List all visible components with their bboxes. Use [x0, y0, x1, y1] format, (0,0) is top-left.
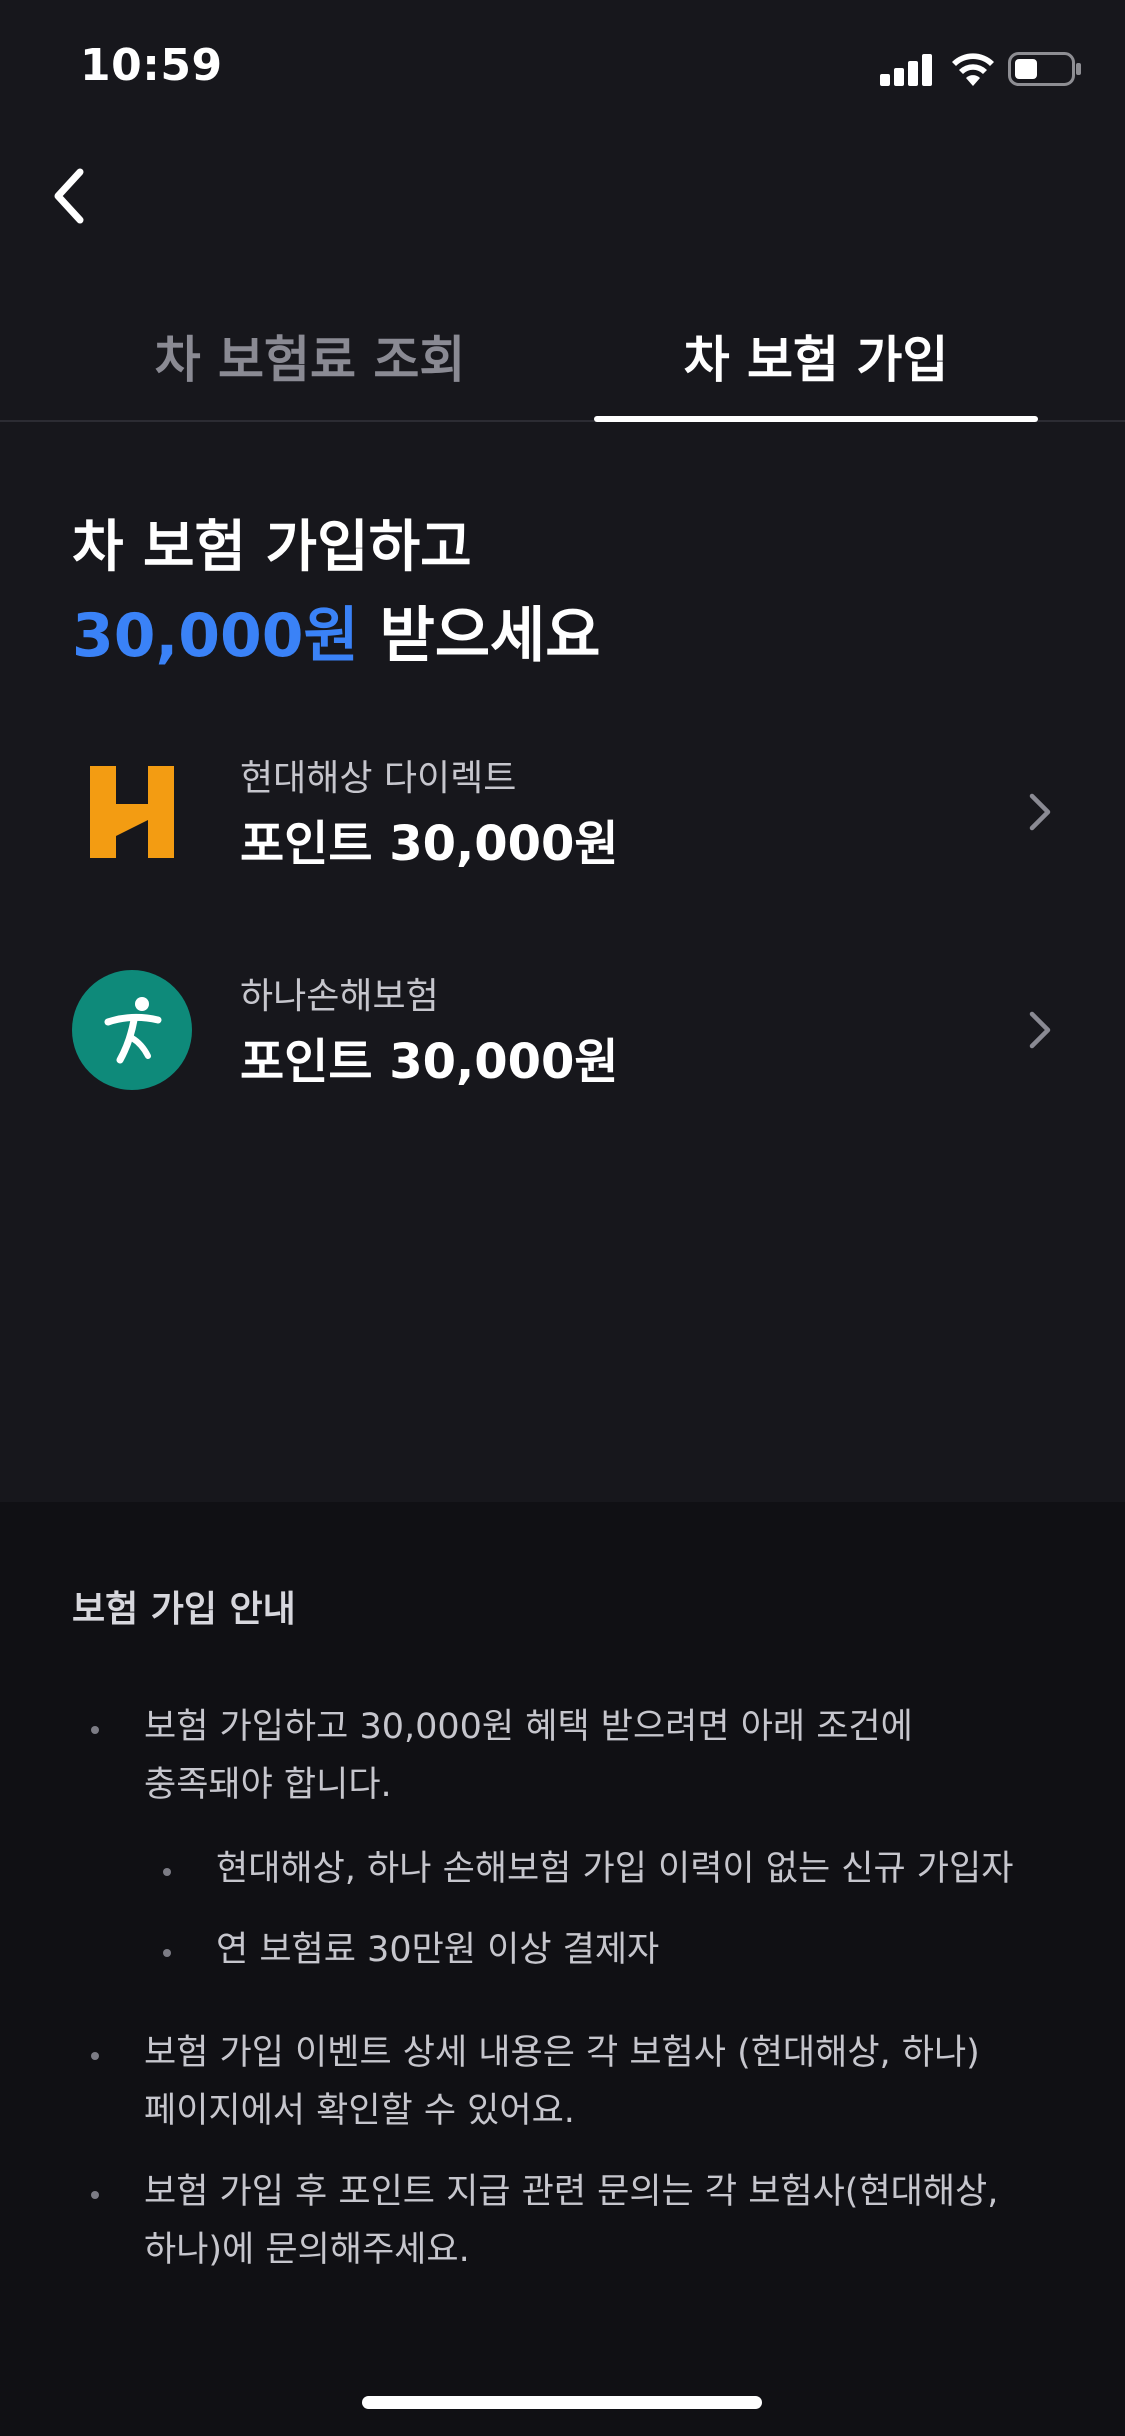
info-bullet-1-line1: 보험 가입하고 30,000원 혜택 받으려면 아래 조건에 — [144, 1707, 913, 1747]
bullet-dot — [91, 2191, 99, 2199]
hero-line2: 30,000원 받으세요 — [72, 591, 1052, 681]
info-bullet-2-line1: 보험 가입 이벤트 상세 내용은 각 보험사 (현대해상, 하나) — [144, 2033, 980, 2073]
info-sub-bullet-1: 현대해상, 하나 손해보험 가입 이력이 없는 신규 가입자 — [216, 1849, 1014, 1889]
hana-insurance-logo-icon — [72, 970, 192, 1090]
hyundai-marine-logo-icon — [72, 752, 192, 872]
info-sub-bullet-2: 연 보험료 30만원 이상 결제자 — [216, 1930, 660, 1970]
info-bullet-3-line1: 보험 가입 후 포인트 지급 관련 문의는 각 보험사(현대해상, — [144, 2172, 999, 2212]
back-button[interactable] — [40, 160, 100, 232]
hero-suffix: 받으세요 — [358, 601, 601, 671]
insurer-text: 현대해상 다이렉트 포인트 30,000원 — [240, 754, 619, 880]
hero-amount: 30,000원 — [72, 601, 359, 671]
info-bullet-2-line2: 페이지에서 확인할 수 있어요. — [144, 2091, 575, 2131]
info-bullet-3: 보험 가입 후 포인트 지급 관련 문의는 각 보험사(현대해상, 하나)에 문… — [144, 2163, 998, 2279]
info-bullet-1: 보험 가입하고 30,000원 혜택 받으려면 아래 조건에 충족돼야 합니다. — [144, 1698, 913, 1814]
screen: 10:59 차 보험료 조회 차 보험 가입 차 보험 가입하고 30,000원… — [0, 0, 1125, 2436]
insurer-point: 포인트 30,000원 — [240, 1034, 619, 1090]
tab-insurance-quote[interactable]: 차 보험료 조회 — [120, 290, 500, 422]
chevron-right-icon — [1024, 1008, 1056, 1052]
wifi-icon — [950, 48, 996, 88]
insurer-text: 하나손해보험 포인트 30,000원 — [240, 972, 619, 1098]
battery-icon — [1008, 52, 1082, 86]
active-tab-indicator — [594, 416, 1038, 422]
bullet-dot — [91, 2052, 99, 2060]
insurer-name: 하나손해보험 — [240, 976, 439, 1017]
home-indicator — [362, 2396, 762, 2409]
insurer-item-hyundai[interactable]: 현대해상 다이렉트 포인트 30,000원 — [0, 712, 1125, 912]
chevron-right-icon — [1024, 790, 1056, 834]
status-bar: 10:59 — [0, 0, 1125, 140]
info-bullet-2: 보험 가입 이벤트 상세 내용은 각 보험사 (현대해상, 하나) 페이지에서 … — [144, 2024, 980, 2140]
insurer-point: 포인트 30,000원 — [240, 816, 619, 872]
info-bullet-3-line2: 하나)에 문의해주세요. — [144, 2230, 470, 2270]
info-section: 보험 가입 안내 보험 가입하고 30,000원 혜택 받으려면 아래 조건에 … — [0, 1502, 1125, 2436]
bullet-dot — [163, 1949, 171, 1957]
tab-bar: 차 보험료 조회 차 보험 가입 — [0, 290, 1125, 422]
bullet-dot — [91, 1726, 99, 1734]
bullet-dot — [163, 1868, 171, 1876]
info-title: 보험 가입 안내 — [72, 1589, 296, 1630]
cellular-signal-icon — [880, 52, 934, 86]
hero-heading: 차 보험 가입하고 30,000원 받으세요 — [72, 505, 1052, 681]
status-time: 10:59 — [80, 40, 223, 91]
insurer-item-hana[interactable]: 하나손해보험 포인트 30,000원 — [0, 930, 1125, 1130]
hero-line1: 차 보험 가입하고 — [72, 515, 472, 580]
tab-insurance-signup[interactable]: 차 보험 가입 — [594, 290, 1038, 422]
chevron-left-icon — [54, 168, 84, 224]
info-bullet-1-line2: 충족돼야 합니다. — [144, 1765, 392, 1805]
insurer-name: 현대해상 다이렉트 — [240, 758, 517, 799]
